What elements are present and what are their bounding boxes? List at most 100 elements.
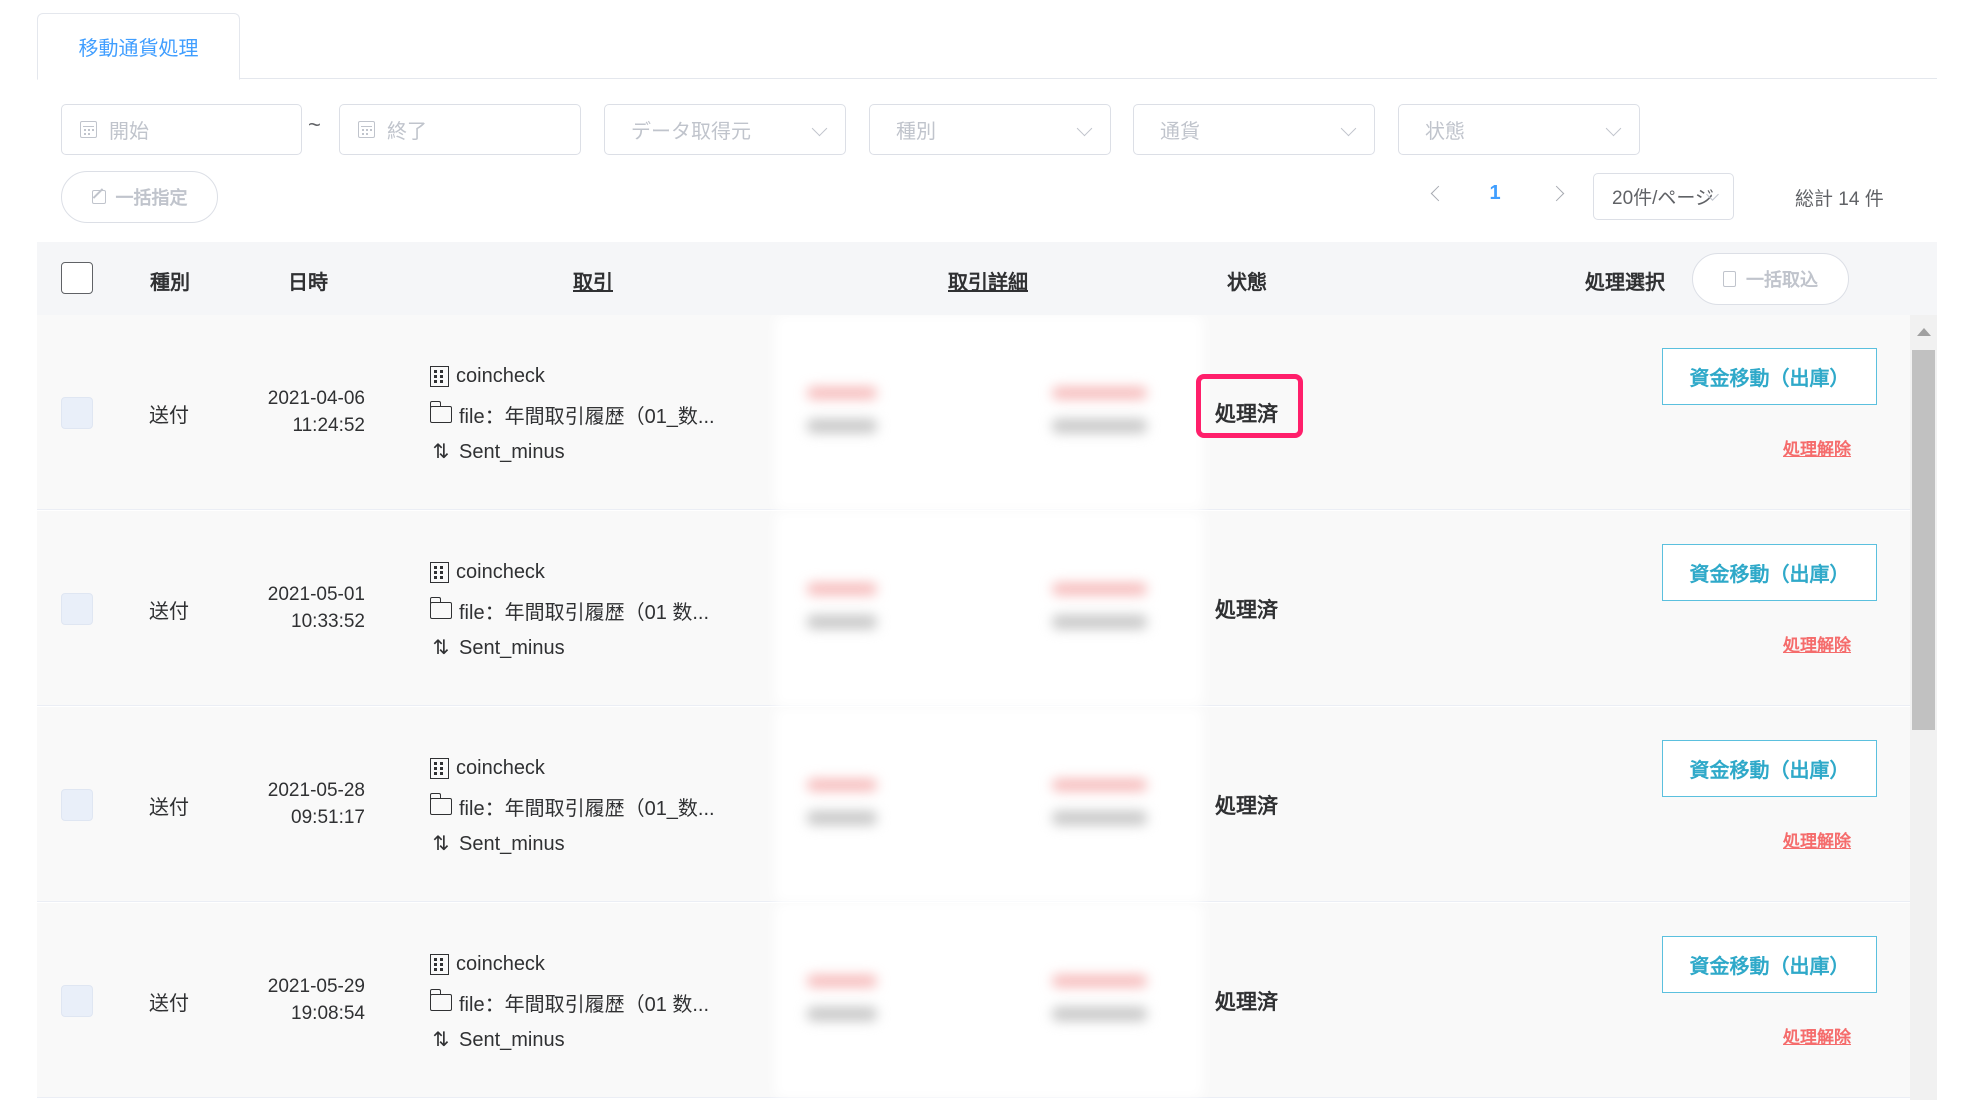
chevron-down-icon xyxy=(1340,120,1357,137)
unprocess-link[interactable]: 処理解除 xyxy=(1783,435,1851,460)
row-time: 11:24:52 xyxy=(292,415,365,436)
row-type: 送付 xyxy=(149,797,189,819)
row-deal: coincheck file：年間取引履歴（01_数... ⇅ Sent_minu… xyxy=(429,357,769,471)
start-date-picker[interactable]: 開始 xyxy=(61,104,302,155)
building-icon xyxy=(430,561,449,583)
building-icon xyxy=(430,365,449,387)
table-header: 種別 日時 取引 取引詳細 状態 処理選択 一括取込 xyxy=(37,242,1937,315)
row-file: file：年間取引履歴（01 数... xyxy=(459,601,710,624)
calendar-icon xyxy=(358,121,375,138)
bulk-assign-button[interactable]: 一括指定 xyxy=(61,171,218,223)
bulk-import-button[interactable]: 一括取込 xyxy=(1692,253,1849,305)
row-status: 処理済 xyxy=(1215,599,1278,622)
row-datetime: 2021-05-01 10:33:52 xyxy=(237,581,365,635)
row-date: 2021-04-06 xyxy=(267,388,365,409)
transfer-arrows-icon: ⇅ xyxy=(432,637,450,659)
table-row: 送付 2021-04-06 11:24:52 coincheck file：年間… xyxy=(37,315,1910,510)
table-body: 送付 2021-04-06 11:24:52 coincheck file：年間… xyxy=(37,315,1937,1100)
building-icon xyxy=(430,953,449,975)
row-time: 09:51:17 xyxy=(291,807,365,828)
folder-icon xyxy=(429,988,452,1011)
row-datetime: 2021-05-28 09:51:17 xyxy=(237,777,365,831)
status-select[interactable]: 状態 xyxy=(1398,104,1640,155)
row-exchange: coincheck xyxy=(456,560,545,583)
edit-icon xyxy=(91,190,106,204)
row-kind: Sent_minus xyxy=(459,832,565,855)
next-page-icon[interactable] xyxy=(1548,185,1565,202)
header-deal-detail[interactable]: 取引詳細 xyxy=(948,266,1028,295)
row-status: 処理済 xyxy=(1215,795,1278,818)
row-type: 送付 xyxy=(149,405,189,427)
transfer-arrows-icon: ⇅ xyxy=(432,1029,450,1051)
fund-transfer-out-button[interactable]: 資金移動（出庫） xyxy=(1662,740,1877,797)
bulk-assign-label: 一括指定 xyxy=(115,188,188,208)
scrollbar-thumb[interactable] xyxy=(1912,350,1935,730)
table-row: 送付 2021-05-01 10:33:52 coincheck file：年間… xyxy=(37,511,1910,706)
row-datetime: 2021-05-29 19:08:54 xyxy=(237,973,365,1027)
table-row: 送付 2021-05-29 19:08:54 coincheck file：年間… xyxy=(37,903,1910,1098)
row-checkbox[interactable] xyxy=(61,593,93,625)
source-select[interactable]: データ取得元 xyxy=(604,104,846,155)
fund-transfer-out-button[interactable]: 資金移動（出庫） xyxy=(1662,544,1877,601)
type-select[interactable]: 種別 xyxy=(869,104,1111,155)
date-range-separator: ~ xyxy=(308,112,321,137)
page-size-value: 20件/ページ xyxy=(1612,188,1715,209)
row-date: 2021-05-28 xyxy=(267,780,365,801)
table-row: 送付 2021-05-28 09:51:17 coincheck file：年間… xyxy=(37,707,1910,902)
building-icon xyxy=(430,757,449,779)
row-exchange: coincheck xyxy=(456,756,545,779)
header-type[interactable]: 種別 xyxy=(150,266,190,295)
chevron-down-icon xyxy=(1076,120,1093,137)
row-type: 送付 xyxy=(149,601,189,623)
unprocess-link[interactable]: 処理解除 xyxy=(1783,631,1851,656)
unprocess-link[interactable]: 処理解除 xyxy=(1783,1023,1851,1048)
chevron-down-icon xyxy=(811,120,828,137)
folder-icon xyxy=(429,596,452,619)
source-placeholder: データ取得元 xyxy=(631,121,751,143)
header-datetime[interactable]: 日時 xyxy=(288,266,328,295)
row-checkbox[interactable] xyxy=(61,789,93,821)
fund-transfer-out-button[interactable]: 資金移動（出庫） xyxy=(1662,348,1877,405)
row-file: file：年間取引履歴（01_数... xyxy=(459,405,715,428)
row-status: 処理済 xyxy=(1215,991,1278,1014)
row-status: 処理済 xyxy=(1215,403,1278,426)
row-kind: Sent_minus xyxy=(459,636,565,659)
row-checkbox[interactable] xyxy=(61,985,93,1017)
page-size-select[interactable]: 20件/ページ xyxy=(1593,173,1734,220)
unprocess-link[interactable]: 処理解除 xyxy=(1783,827,1851,852)
row-file: file：年間取引履歴（01 数... xyxy=(459,993,710,1016)
fund-transfer-out-button[interactable]: 資金移動（出庫） xyxy=(1662,936,1877,993)
bulk-import-label: 一括取込 xyxy=(1746,270,1818,290)
header-process-select: 処理選択 xyxy=(1585,272,1665,294)
row-checkbox[interactable] xyxy=(61,397,93,429)
header-deal[interactable]: 取引 xyxy=(573,266,613,295)
row-exchange: coincheck xyxy=(456,364,545,387)
row-file: file：年間取引履歴（01_数... xyxy=(459,797,715,820)
end-date-placeholder: 終了 xyxy=(387,121,427,143)
tab-bar: 移動通貨処理 xyxy=(37,13,1937,80)
scroll-up-arrow-icon[interactable] xyxy=(1917,328,1931,336)
row-kind: Sent_minus xyxy=(459,1028,565,1051)
currency-placeholder: 通貨 xyxy=(1160,121,1200,143)
document-icon xyxy=(1723,271,1736,287)
total-count: 総計 14 件 xyxy=(1795,189,1884,210)
row-deal: coincheck file：年間取引履歴（01 数... ⇅ Sent_minu… xyxy=(429,945,769,1059)
row-deal: coincheck file：年間取引履歴（01 数... ⇅ Sent_minu… xyxy=(429,553,769,667)
header-status[interactable]: 状態 xyxy=(1227,266,1267,295)
row-date: 2021-05-01 xyxy=(267,584,365,605)
end-date-picker[interactable]: 終了 xyxy=(339,104,581,155)
select-all-checkbox[interactable] xyxy=(61,262,93,294)
currency-select[interactable]: 通貨 xyxy=(1133,104,1375,155)
folder-icon xyxy=(429,400,452,423)
tab-transfer-processing[interactable]: 移動通貨処理 xyxy=(37,13,240,80)
type-placeholder: 種別 xyxy=(896,121,936,143)
row-type: 送付 xyxy=(149,993,189,1015)
row-datetime: 2021-04-06 11:24:52 xyxy=(237,385,365,439)
transfer-arrows-icon: ⇅ xyxy=(432,833,450,855)
calendar-icon xyxy=(80,121,97,138)
row-deal: coincheck file：年間取引履歴（01_数... ⇅ Sent_minu… xyxy=(429,749,769,863)
current-page[interactable]: 1 xyxy=(1480,182,1510,205)
row-kind: Sent_minus xyxy=(459,440,565,463)
transfer-arrows-icon: ⇅ xyxy=(432,441,450,463)
prev-page-icon[interactable] xyxy=(1430,185,1447,202)
